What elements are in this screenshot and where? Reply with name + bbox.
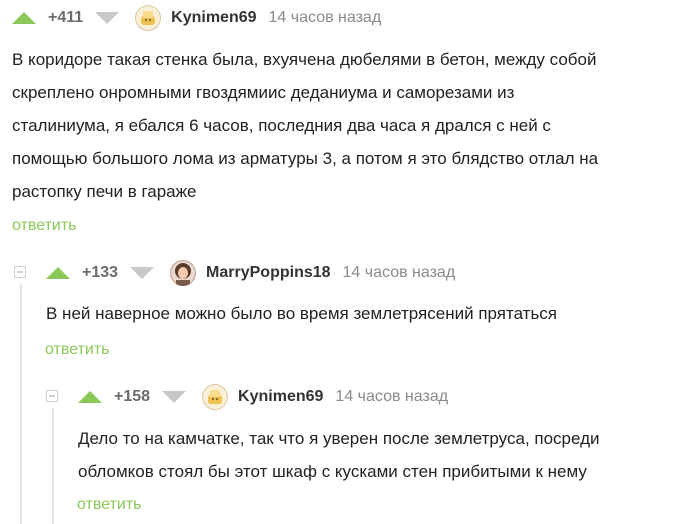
- avatar[interactable]: [170, 260, 197, 286]
- comment-text-line: Дело то на камчатке, так что я уверен по…: [78, 429, 600, 448]
- comment-text-line: В коридоре такая стенка была, вхуячена д…: [12, 50, 597, 69]
- upvote-arrow-icon[interactable]: [78, 391, 102, 403]
- comment-text-line: помощью большого лома из арматуры 3, а п…: [12, 149, 599, 168]
- downvote-arrow-icon[interactable]: [95, 12, 120, 24]
- comment-rating: +133: [82, 264, 119, 281]
- collapse-thread-icon[interactable]: [14, 266, 26, 278]
- upvote-arrow-icon[interactable]: [12, 12, 36, 24]
- comment-text: Дело то на камчатке, так что я уверен по…: [78, 422, 696, 488]
- comment-author[interactable]: MarryPoppins18: [206, 264, 330, 282]
- avatar[interactable]: [135, 5, 162, 31]
- comment-rating: +411: [48, 9, 84, 26]
- downvote-arrow-icon[interactable]: [162, 391, 187, 403]
- comment-text-line: обломков стоял бы этот шкаф с кусками ст…: [78, 462, 587, 481]
- thread-line-level-2: [52, 408, 54, 524]
- comment-time[interactable]: 14 часов назад: [269, 9, 382, 27]
- comment-header: +411 Kynimen69 14 часов назад: [12, 4, 381, 32]
- collapse-thread-icon[interactable]: [46, 390, 58, 402]
- reply-button[interactable]: ответить: [45, 341, 110, 359]
- upvote-arrow-icon[interactable]: [46, 267, 70, 279]
- comment-text-line: В ней наверное можно было во время земле…: [46, 304, 558, 323]
- comment-author[interactable]: Kynimen69: [171, 9, 256, 27]
- comment-header: +158 Kynimen69 14 часов назад: [78, 383, 448, 411]
- reply-button[interactable]: ответить: [12, 217, 77, 235]
- comment-text-line: растопку печи в гараже: [12, 182, 197, 201]
- comment-text: В коридоре такая стенка была, вхуячена д…: [12, 43, 696, 208]
- reply-button[interactable]: ответить: [77, 496, 142, 514]
- comment-rating: +158: [114, 388, 151, 405]
- comment-header: +133 MarryPoppins18 14 часов назад: [46, 259, 455, 287]
- downvote-arrow-icon[interactable]: [130, 267, 155, 279]
- comment-text: В ней наверное можно было во время земле…: [46, 297, 696, 330]
- comment-text-line: скреплено онромными гвоздямиис деданиума…: [12, 83, 515, 102]
- comment-time[interactable]: 14 часов назад: [343, 264, 456, 282]
- comment-text-line: сталиниума, я ебался 6 часов, последния …: [12, 116, 551, 135]
- thread-line-level-1: [20, 284, 22, 524]
- comment-time[interactable]: 14 часов назад: [335, 388, 448, 406]
- avatar[interactable]: [202, 384, 229, 410]
- comment-author[interactable]: Kynimen69: [238, 388, 323, 406]
